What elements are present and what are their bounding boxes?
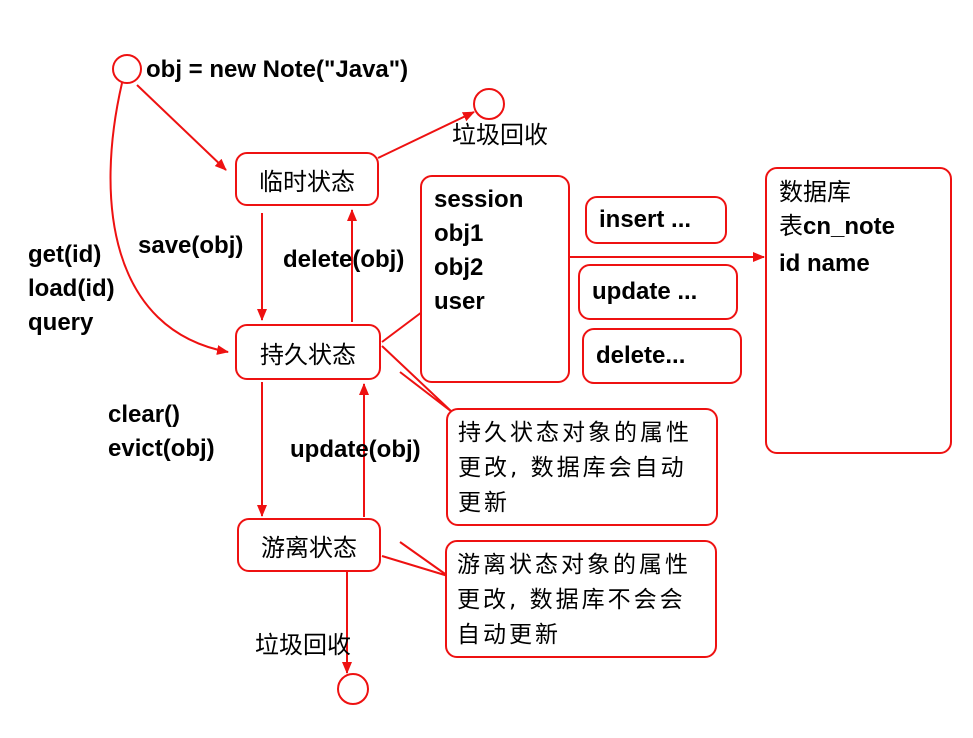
edge-label-get: get(id) — [28, 241, 102, 268]
arrow-start-to-transient — [136, 84, 227, 171]
session-obj2: obj2 — [434, 254, 484, 281]
callout-tail-detached — [381, 541, 449, 577]
state-transient-label: 临时状态 — [259, 167, 355, 196]
database-table-name: cn_note — [803, 213, 896, 240]
session-title: session — [434, 186, 524, 213]
op-insert-box: insert ... — [585, 196, 727, 244]
init-code: obj = new Note("Java") — [146, 56, 409, 83]
edge-label-get-load-query: get(id) load(id) query — [28, 238, 115, 340]
note-detached: 游离状态对象的属性更改, 数据库不会会自动更新 — [445, 540, 717, 658]
edge-label-evict: evict(obj) — [108, 435, 215, 462]
state-detached-label: 游离状态 — [261, 533, 357, 562]
arrow-start-to-persistent — [109, 82, 229, 355]
gc-label-top: 垃圾回收 — [452, 121, 548, 149]
note-persistent: 持久状态对象的属性更改, 数据库会自动更新 — [446, 408, 718, 526]
session-box: session obj1 obj2 user — [420, 175, 570, 383]
database-table-prefix: 表 — [779, 212, 803, 240]
op-delete-label: delete... — [596, 342, 686, 369]
gc-label-bottom: 垃圾回收 — [255, 631, 351, 659]
database-title: 数据库 — [779, 178, 851, 206]
edge-label-delete: delete(obj) — [283, 246, 405, 273]
edge-label-load: load(id) — [28, 275, 115, 302]
database-columns: id name — [779, 250, 870, 277]
op-insert-label: insert ... — [599, 206, 692, 233]
hibernate-state-diagram: obj = new Note("Java") 垃圾回收 垃圾回收 临时状态 持久… — [0, 0, 973, 738]
gc-end-node-bottom — [337, 673, 369, 705]
session-user: user — [434, 288, 485, 315]
op-update-label: update ... — [592, 278, 698, 305]
start-node — [112, 54, 142, 84]
database-table-line: 表cn_note — [779, 209, 950, 247]
database-box: 数据库 表cn_note id name — [765, 167, 952, 454]
edge-label-clear: clear() — [108, 401, 181, 428]
edge-label-clear-evict: clear() evict(obj) — [108, 398, 215, 466]
edge-label-update: update(obj) — [290, 436, 421, 463]
op-delete-box: delete... — [582, 328, 742, 384]
state-transient: 临时状态 — [235, 152, 379, 206]
edge-label-query: query — [28, 309, 94, 336]
state-persistent-label: 持久状态 — [260, 340, 356, 369]
session-obj1: obj1 — [434, 220, 484, 247]
state-detached: 游离状态 — [237, 518, 381, 572]
edge-label-save: save(obj) — [138, 232, 244, 259]
state-persistent: 持久状态 — [235, 324, 381, 380]
op-update-box: update ... — [578, 264, 738, 320]
